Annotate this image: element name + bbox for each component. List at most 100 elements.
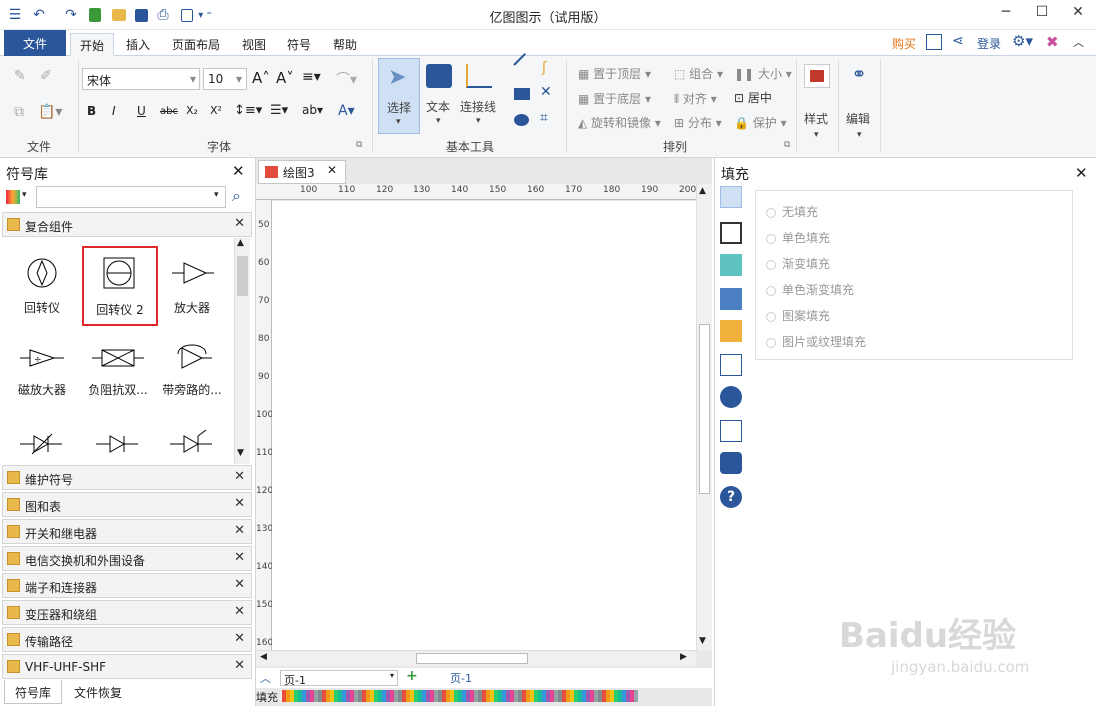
symbol-magnetic-amplifier[interactable]: ÷ 磁放大器	[4, 338, 80, 410]
scroll-down-icon[interactable]: ▼	[699, 636, 706, 646]
grow-font-icon[interactable]: A˄	[252, 69, 270, 87]
tab-symbol-library[interactable]: 符号库	[4, 680, 62, 704]
font-name-select[interactable]: 宋体	[82, 68, 200, 90]
scroll-right-icon[interactable]: ▶	[680, 652, 687, 662]
fill-option-picture[interactable]: 图片或纹理填充	[766, 333, 866, 350]
close-category-icon[interactable]: ✕	[234, 216, 245, 231]
bullets-icon[interactable]: ☰▾	[270, 103, 288, 118]
settings-gear-icon[interactable]: ⚙▾	[1012, 32, 1033, 50]
symbol-varactor[interactable]	[4, 426, 80, 462]
symbol-with-bypass[interactable]: 带旁路的...	[154, 338, 230, 410]
symbol-gyro[interactable]: 回转仪	[4, 246, 80, 324]
crop-tool-icon[interactable]: ⌗	[540, 110, 548, 126]
category-header[interactable]: VHF-UHF-SHF ✕	[2, 654, 252, 679]
select-tool-button[interactable]: ➤ 选择 ▾	[378, 58, 420, 134]
library-menu-icon[interactable]	[6, 190, 20, 204]
category-header[interactable]: 传输路径 ✕	[2, 627, 252, 652]
category-header[interactable]: 变压器和绕组 ✕	[2, 600, 252, 625]
scroll-thumb[interactable]	[416, 653, 528, 664]
format-painter-icon[interactable]: ✎	[14, 68, 26, 84]
symbol-thyristor[interactable]	[154, 426, 230, 462]
superscript-button[interactable]: X²	[210, 104, 222, 117]
document-tab[interactable]: 绘图3 ✕	[258, 160, 346, 184]
share-window-icon[interactable]	[926, 34, 942, 50]
close-category-icon[interactable]: ✕	[234, 550, 245, 565]
page-tab[interactable]: 页-1	[450, 670, 472, 686]
distribute-button[interactable]: ⊞ 分布 ▾	[674, 114, 722, 131]
font-name-dropdown-icon[interactable]: ▾	[190, 72, 196, 86]
close-category-icon[interactable]: ✕	[234, 469, 245, 484]
tab-home[interactable]: 开始	[70, 33, 115, 56]
minimize-button[interactable]: ─	[988, 0, 1024, 24]
highlight-icon[interactable]: ab▾	[302, 103, 323, 117]
line-spacing-icon[interactable]: ↕≡▾	[234, 103, 262, 118]
buy-link[interactable]: 购买	[892, 35, 916, 52]
group-button[interactable]: ⬚ 组合 ▾	[674, 65, 723, 82]
fill-bucket-icon[interactable]	[720, 186, 742, 208]
page-select[interactable]: 页-1	[280, 670, 398, 687]
font-color-icon[interactable]: A▾	[338, 103, 355, 119]
close-category-icon[interactable]: ✕	[234, 631, 245, 646]
tab-file-recovery[interactable]: 文件恢复	[66, 680, 130, 704]
connector-tool-button[interactable]: 连接线 ▾	[458, 58, 502, 134]
close-fill-panel-icon[interactable]: ✕	[1075, 164, 1088, 182]
category-header[interactable]: 开关和继电器 ✕	[2, 519, 252, 544]
symbol-negative-impedance[interactable]: 负阻抗双...	[80, 338, 156, 410]
close-category-icon[interactable]: ✕	[234, 496, 245, 511]
scroll-thumb[interactable]	[699, 324, 710, 494]
rotate-mirror-button[interactable]: ◭ 旋转和镜像 ▾	[578, 114, 661, 131]
center-button[interactable]: ⊡ 居中	[734, 89, 772, 106]
color-swatches[interactable]	[282, 690, 638, 702]
tab-help[interactable]: 帮助	[324, 33, 366, 56]
search-icon[interactable]: ⌕	[232, 186, 241, 206]
fill-option-none[interactable]: 无填充	[766, 203, 818, 220]
bold-button[interactable]: B	[87, 104, 96, 118]
close-document-icon[interactable]: ✕	[327, 163, 337, 177]
shrink-font-icon[interactable]: A˅	[276, 69, 294, 87]
crosshair-tool-icon[interactable]: ✕	[540, 84, 552, 100]
rectangle-tool-icon[interactable]	[514, 88, 530, 100]
drawing-page[interactable]	[272, 201, 696, 650]
fill-option-pattern[interactable]: 图案填充	[766, 307, 830, 324]
scroll-down-icon[interactable]: ▼	[237, 448, 244, 458]
font-dialog-launcher-icon[interactable]: ⧉	[356, 140, 362, 150]
tab-insert[interactable]: 插入	[117, 33, 159, 56]
help-icon[interactable]: ?	[720, 486, 742, 508]
underline-button[interactable]: U	[137, 104, 146, 118]
page-nav-up-icon[interactable]: ︿	[260, 670, 271, 686]
protect-button[interactable]: 🔒 保护 ▾	[734, 114, 787, 131]
share-icon[interactable]: ⋖	[952, 33, 964, 49]
edit-button[interactable]: 编辑	[846, 110, 870, 127]
category-header[interactable]: 端子和连接器 ✕	[2, 573, 252, 598]
canvas-vertical-scrollbar[interactable]: ▲ ▼	[696, 184, 712, 650]
category-header[interactable]: 图和表 ✕	[2, 492, 252, 517]
bring-front-button[interactable]: ▦ 置于顶层 ▾	[578, 65, 651, 82]
brush-icon[interactable]: ✐	[40, 68, 52, 84]
maximize-button[interactable]: ☐	[1024, 0, 1060, 24]
scroll-left-icon[interactable]: ◀	[260, 652, 267, 662]
close-category-icon[interactable]: ✕	[234, 658, 245, 673]
close-category-icon[interactable]: ✕	[234, 604, 245, 619]
scroll-up-icon[interactable]: ▲	[237, 238, 244, 248]
login-link[interactable]: 登录	[977, 35, 1001, 52]
attachment-icon[interactable]	[720, 420, 742, 442]
layers-icon[interactable]	[720, 320, 742, 342]
image-icon[interactable]	[720, 288, 742, 310]
copy-icon[interactable]: ⧉	[14, 104, 24, 120]
symbol-gyro-2[interactable]: 回转仪 2	[82, 246, 158, 326]
symbol-diode[interactable]	[80, 426, 156, 462]
category-header[interactable]: 电信交换机和外围设备 ✕	[2, 546, 252, 571]
category-header[interactable]: 维护符号 ✕	[2, 465, 252, 490]
fill-option-solid[interactable]: 单色填充	[766, 229, 830, 246]
category-header-open[interactable]: 复合组件 ✕	[2, 212, 252, 237]
shadow-icon[interactable]	[720, 254, 742, 276]
fill-option-gradient[interactable]: 渐变填充	[766, 255, 830, 272]
library-search-input[interactable]	[36, 186, 226, 208]
collapse-ribbon-icon[interactable]: ︿	[1073, 34, 1084, 50]
tab-view[interactable]: 视图	[233, 33, 275, 56]
comment-icon[interactable]	[720, 452, 742, 474]
size-button[interactable]: ❚❚ 大小 ▾	[734, 65, 792, 82]
text-curve-icon[interactable]: ⌒▾	[336, 69, 357, 89]
paste-icon[interactable]: 📋▾	[38, 104, 62, 120]
close-window-button[interactable]: ✕	[1060, 0, 1096, 24]
